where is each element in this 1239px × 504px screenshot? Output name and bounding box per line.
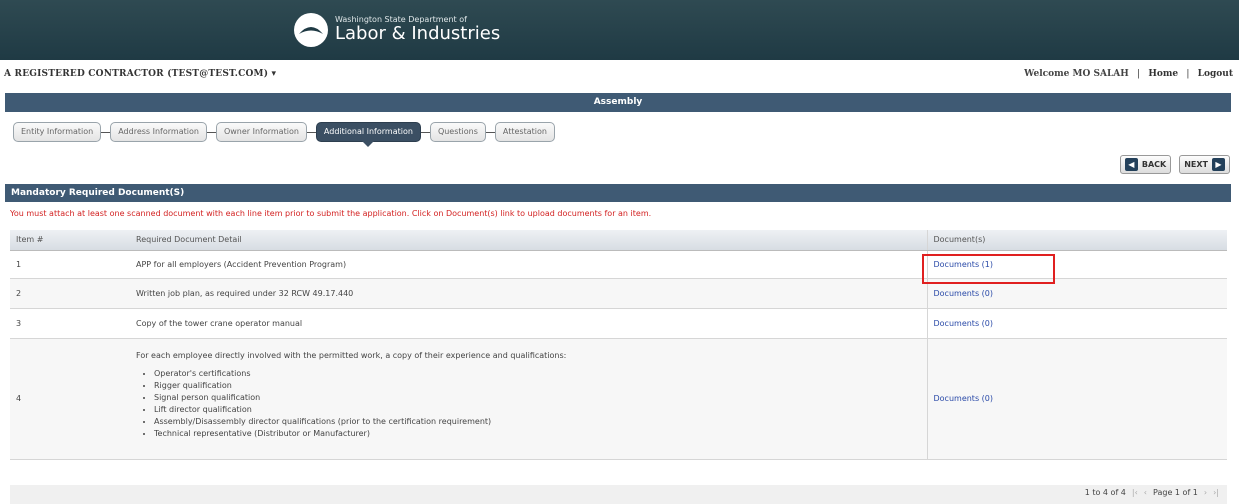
- nav-buttons: ◀ BACK NEXT ▶: [1119, 155, 1230, 174]
- table-row: 2 Written job plan, as required under 32…: [10, 278, 1227, 309]
- prev-page-icon[interactable]: ‹: [1144, 488, 1147, 497]
- step-questions[interactable]: Questions: [429, 122, 486, 142]
- section-title-bar: Assembly: [5, 93, 1231, 112]
- table-row: 4 For each employee directly involved wi…: [10, 338, 1227, 460]
- page-indicator: Page 1 of 1: [1153, 488, 1198, 497]
- last-page-icon[interactable]: ›|: [1213, 488, 1219, 497]
- item-number: 1: [10, 250, 130, 279]
- document-detail: Written job plan, as required under 32 R…: [130, 278, 927, 309]
- agency-logo[interactable]: Washington State Department of Labor & I…: [293, 12, 500, 48]
- org-name: Labor & Industries: [335, 22, 501, 44]
- arrow-left-icon: ◀: [1124, 158, 1138, 171]
- wizard-steps: Entity Information Address Information O…: [13, 120, 555, 147]
- documents-table: Item # Required Document Detail Document…: [10, 230, 1227, 460]
- logout-link[interactable]: Logout: [1198, 69, 1233, 79]
- separator: |: [1186, 69, 1190, 79]
- step-connector: [101, 131, 111, 133]
- column-header-detail[interactable]: Required Document Detail: [130, 230, 927, 251]
- next-page-icon[interactable]: ›: [1204, 488, 1207, 497]
- table-row: 1 APP for all employers (Accident Preven…: [10, 250, 1227, 279]
- step-connector: [420, 131, 430, 133]
- step-connector: [206, 131, 216, 133]
- documents-link[interactable]: Documents (0): [934, 394, 994, 403]
- welcome-text: Welcome MO SALAH: [1024, 69, 1129, 79]
- pagination: 1 to 4 of 4 |‹ ‹ Page 1 of 1 › ›|: [1085, 488, 1219, 497]
- account-label: A REGISTERED CONTRACTOR (TEST@TEST.COM): [4, 69, 269, 79]
- column-header-item[interactable]: Item #: [10, 230, 130, 251]
- home-link[interactable]: Home: [1148, 69, 1178, 79]
- item-number: 2: [10, 278, 130, 309]
- document-detail-intro: For each employee directly involved with…: [136, 351, 567, 360]
- documents-link[interactable]: Documents (1): [934, 260, 994, 269]
- document-detail: APP for all employers (Accident Preventi…: [130, 250, 927, 279]
- chevron-down-icon: ▾: [271, 69, 277, 79]
- warning-message: You must attach at least one scanned doc…: [10, 209, 652, 218]
- item-number: 4: [10, 338, 130, 460]
- user-bar: A REGISTERED CONTRACTOR (TEST@TEST.COM) …: [4, 69, 1233, 83]
- list-item: Rigger qualification: [154, 380, 921, 392]
- step-additional-information[interactable]: Additional Information: [315, 122, 421, 147]
- step-entity-information[interactable]: Entity Information: [13, 122, 102, 142]
- documents-link[interactable]: Documents (0): [934, 289, 994, 298]
- step-address-information[interactable]: Address Information: [110, 122, 207, 142]
- list-item: Assembly/Disassembly director qualificat…: [154, 416, 921, 428]
- step-owner-information[interactable]: Owner Information: [215, 122, 307, 142]
- qualification-list: Operator's certifications Rigger qualifi…: [146, 368, 921, 440]
- column-header-documents[interactable]: Document(s): [926, 230, 1227, 251]
- record-range: 1 to 4 of 4: [1084, 488, 1126, 497]
- step-connector: [306, 131, 316, 133]
- document-detail: For each employee directly involved with…: [130, 338, 927, 460]
- documents-link[interactable]: Documents (0): [934, 319, 994, 328]
- account-menu[interactable]: A REGISTERED CONTRACTOR (TEST@TEST.COM) …: [4, 69, 276, 79]
- list-item: Operator's certifications: [154, 368, 921, 380]
- document-detail: Copy of the tower crane operator manual: [130, 308, 927, 339]
- arrow-right-icon: ▶: [1212, 158, 1225, 171]
- step-attestation[interactable]: Attestation: [494, 122, 555, 142]
- step-connector: [485, 131, 495, 133]
- table-row: 3 Copy of the tower crane operator manua…: [10, 308, 1227, 339]
- back-button[interactable]: ◀ BACK: [1119, 155, 1172, 174]
- separator: |: [1136, 69, 1141, 79]
- list-item: Signal person qualification: [154, 392, 921, 404]
- next-button[interactable]: NEXT ▶: [1179, 155, 1230, 174]
- list-item: Lift director qualification: [154, 404, 921, 416]
- panel-title: Mandatory Required Document(S): [5, 184, 1231, 202]
- item-number: 3: [10, 308, 130, 339]
- header-banner: Washington State Department of Labor & I…: [0, 0, 1239, 60]
- lni-logo-icon: [294, 13, 328, 47]
- table-footer: 1 to 4 of 4 |‹ ‹ Page 1 of 1 › ›|: [10, 485, 1227, 504]
- first-page-icon[interactable]: |‹: [1132, 488, 1138, 497]
- list-item: Technical representative (Distributor or…: [154, 428, 921, 440]
